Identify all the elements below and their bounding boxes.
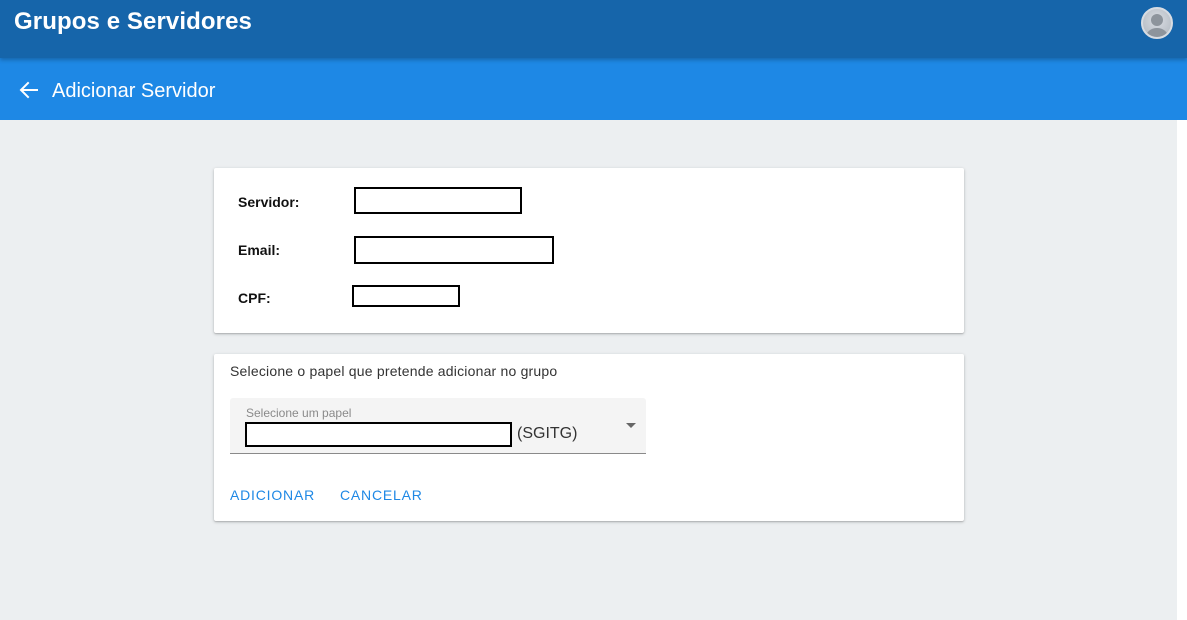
role-prompt: Selecione o papel que pretende adicionar…: [230, 363, 558, 379]
server-label: Servidor:: [238, 194, 300, 210]
add-button[interactable]: ADICIONAR: [230, 487, 315, 503]
role-select[interactable]: Selecione um papel (SGITG): [230, 398, 646, 454]
email-label: Email:: [238, 242, 281, 258]
page-title: Adicionar Servidor: [52, 80, 216, 102]
role-value-redacted: [245, 422, 512, 447]
email-value-redacted: [354, 236, 554, 264]
user-avatar-icon[interactable]: [1141, 7, 1173, 39]
page-toolbar: Adicionar Servidor: [0, 58, 1187, 120]
dropdown-arrow-icon[interactable]: [626, 423, 636, 428]
server-value-redacted: [354, 187, 522, 214]
role-select-placeholder: Selecione um papel: [246, 406, 352, 420]
arrow-left-icon[interactable]: [18, 79, 40, 101]
cancel-button[interactable]: CANCELAR: [340, 487, 423, 503]
app-title: Grupos e Servidores: [14, 8, 252, 35]
cpf-value-redacted: [352, 285, 460, 307]
role-select-suffix: (SGITG): [517, 425, 578, 442]
role-selection-card: Selecione o papel que pretende adicionar…: [214, 354, 964, 521]
cpf-label: CPF:: [238, 290, 271, 306]
server-info-card: Servidor: Email: CPF:: [214, 168, 964, 333]
app-bar: Grupos e Servidores: [0, 0, 1187, 58]
